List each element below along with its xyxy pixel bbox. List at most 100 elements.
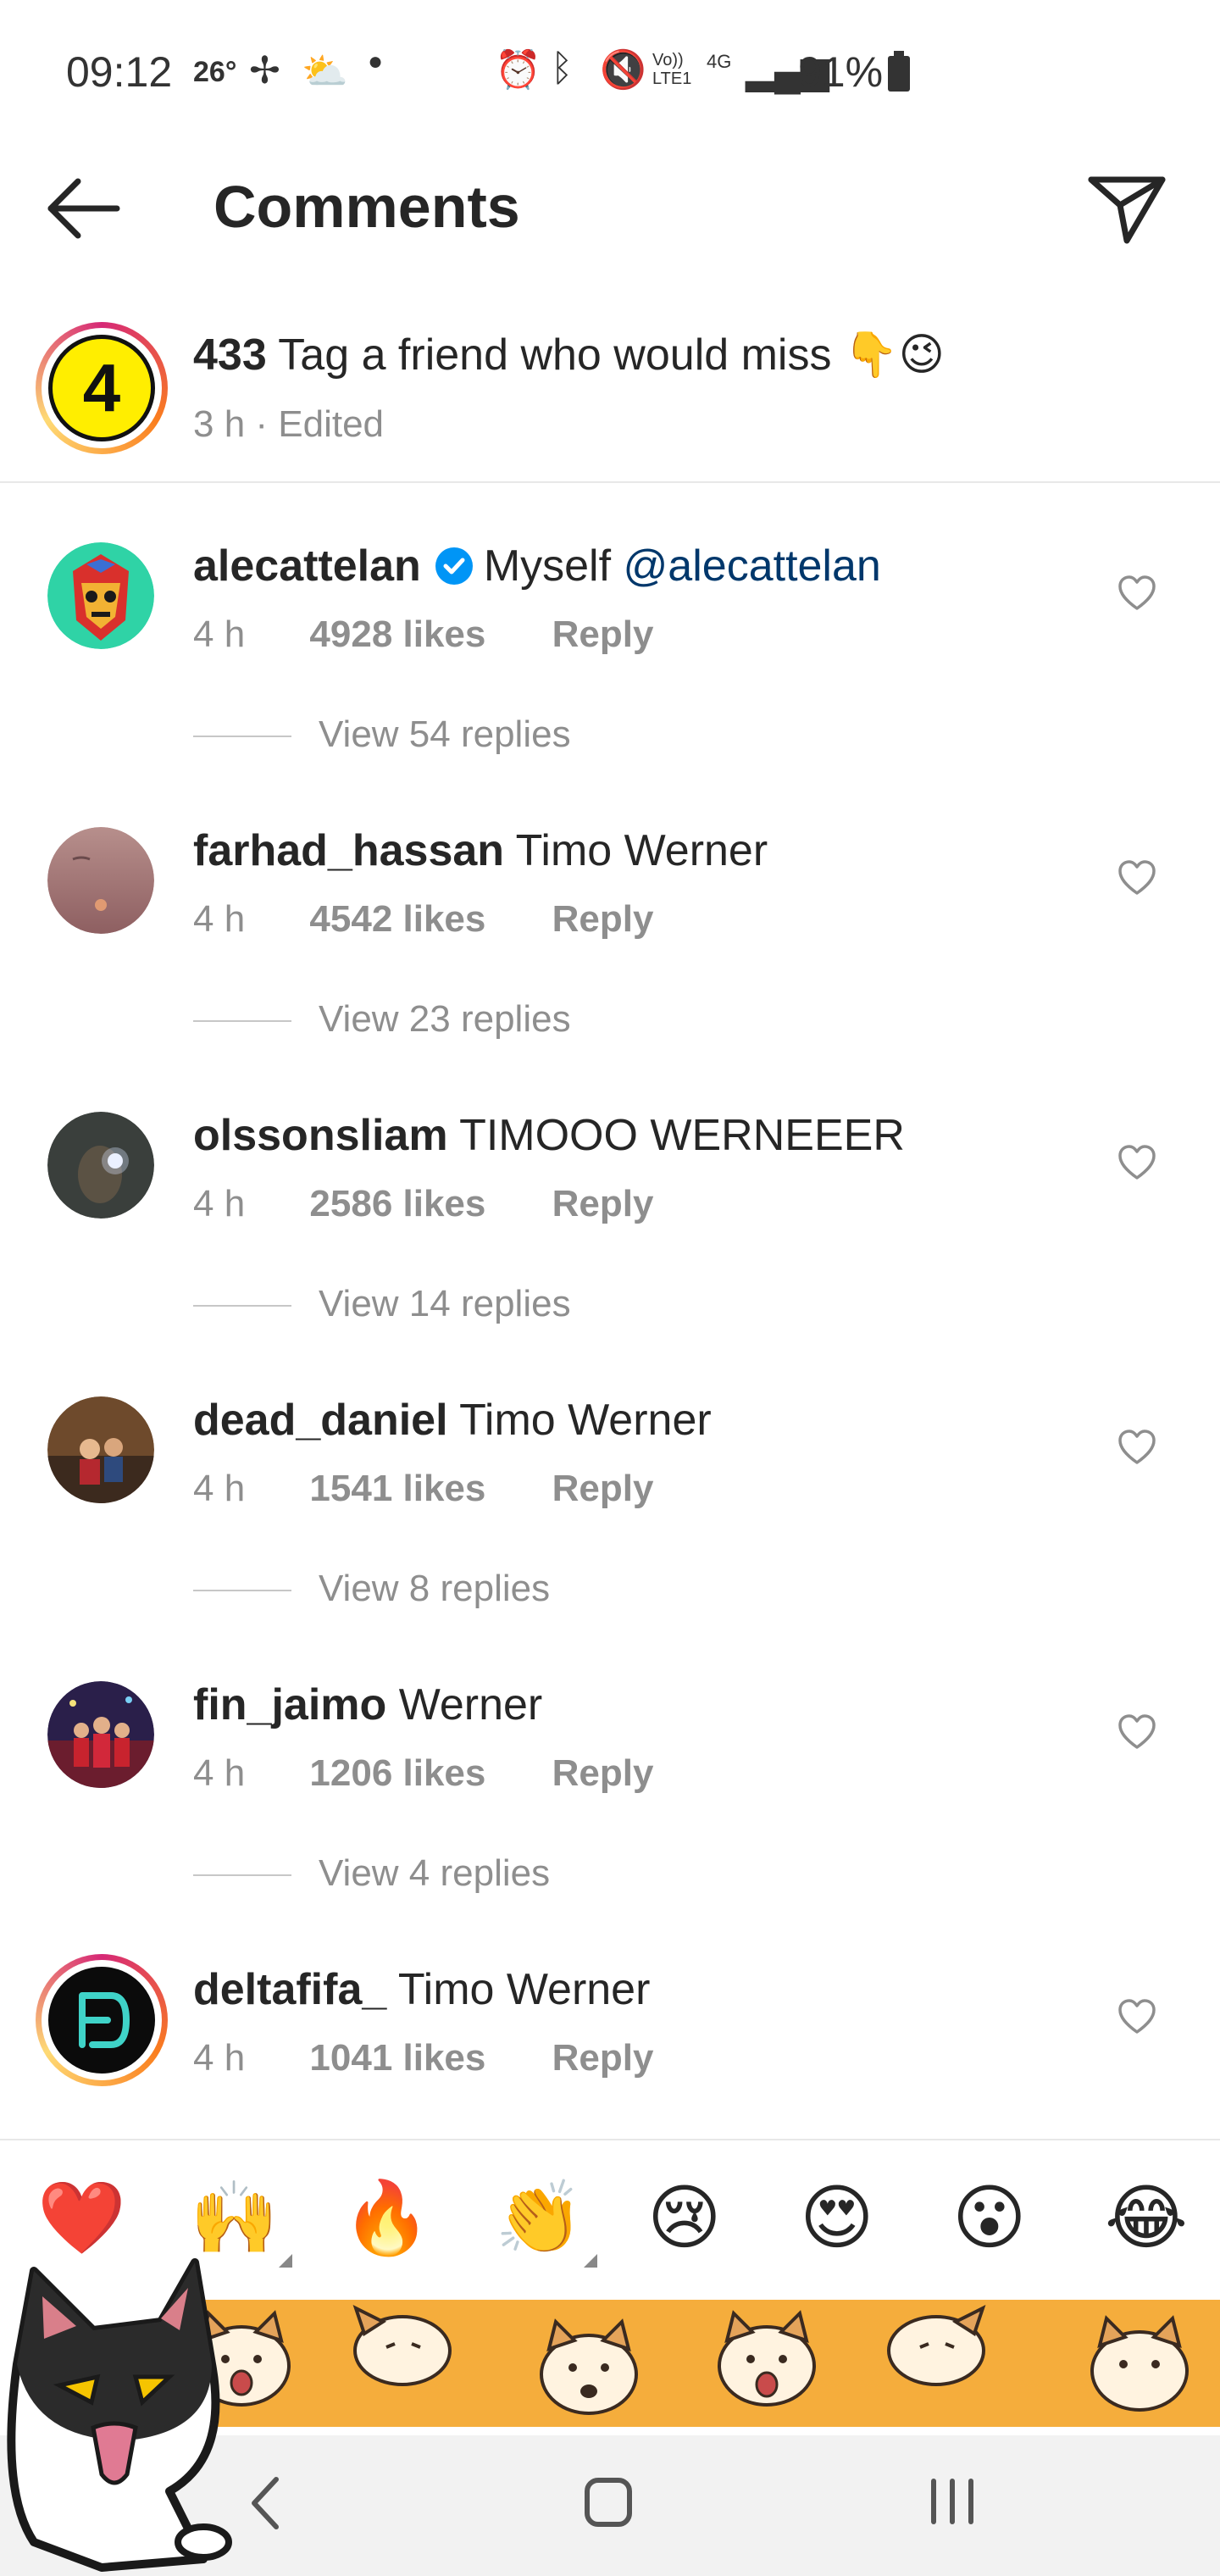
emoji-crying[interactable]: 😢	[647, 2179, 722, 2256]
comment-item: fin_jaimo Werner 4 h 1206 likes Reply Vi…	[0, 1644, 1220, 1929]
avatar[interactable]	[47, 1681, 154, 1788]
status-time: 09:12	[66, 48, 173, 96]
replies-divider	[193, 1020, 291, 1023]
avatar[interactable]: 4	[36, 322, 168, 454]
caption-text: 433 Tag a friend who would miss 👇😉	[193, 329, 945, 380]
reply-button[interactable]: Reply	[552, 898, 654, 940]
reply-button[interactable]: Reply	[552, 613, 654, 655]
heart-icon	[1118, 1430, 1156, 1464]
status-temperature: 26°	[193, 56, 237, 88]
comment-body: Timo Werner	[515, 826, 768, 875]
reply-button[interactable]: Reply	[552, 1183, 654, 1224]
comment-body: Timo Werner	[397, 1965, 651, 2014]
avatar[interactable]	[47, 1396, 154, 1503]
arrow-left-icon	[47, 178, 120, 239]
shiba-dog-icon	[1090, 2315, 1189, 2412]
comment-username[interactable]: deltafifa_	[193, 1965, 386, 2014]
comment-item: farhad_hassan Timo Werner 4 h 4542 likes…	[0, 790, 1220, 1074]
shiba-dog-icon	[352, 2305, 452, 2386]
like-button[interactable]	[1117, 1429, 1157, 1466]
comment-text: olssonsliam TIMOOO WERNEEER	[193, 1110, 905, 1161]
comment-meta: 4 h 2586 likes Reply	[193, 1183, 653, 1225]
caption-username[interactable]: 433	[193, 330, 267, 380]
comment-meta: 4 h 4542 likes Reply	[193, 898, 653, 941]
comment-username[interactable]: dead_daniel	[193, 1396, 448, 1445]
comment-body: Myself	[483, 541, 612, 591]
post-caption: 4 433 Tag a friend who would miss 👇😉 3 h…	[0, 322, 1220, 483]
comment-meta: 4 h 4928 likes Reply	[193, 613, 653, 656]
reply-button[interactable]: Reply	[552, 2037, 654, 2079]
caption-body: Tag a friend who would miss 👇😉	[278, 330, 945, 380]
emoji-surprised[interactable]: 😮	[952, 2179, 1027, 2256]
header: Comments	[0, 144, 1220, 271]
like-button[interactable]	[1117, 575, 1157, 612]
page-title: Comments	[214, 174, 520, 240]
comment-time: 4 h	[193, 898, 246, 940]
reply-button[interactable]: Reply	[552, 1752, 654, 1794]
banner-strip	[161, 2300, 1220, 2427]
comment-likes[interactable]: 2586 likes	[309, 1183, 485, 1224]
emoji-clap[interactable]: 👏	[495, 2179, 597, 2268]
emoji-laughing[interactable]: 😂	[1105, 2179, 1188, 2256]
comment-item: olssonsliam TIMOOO WERNEEER 4 h 2586 lik…	[0, 1074, 1220, 1359]
comment-item: dead_daniel Timo Werner 4 h 1541 likes R…	[0, 1359, 1220, 1644]
comment-username[interactable]: fin_jaimo	[193, 1680, 386, 1729]
shiba-dog-icon	[540, 2318, 638, 2415]
verified-badge-icon	[435, 547, 473, 585]
emoji-heart-eyes[interactable]: 😍	[800, 2179, 874, 2256]
fan-icon: ✢	[249, 50, 280, 92]
emoji-fire[interactable]: 🔥	[342, 2179, 431, 2256]
view-replies-button[interactable]: View 4 replies	[193, 1852, 550, 1895]
comment-text: dead_daniel Timo Werner	[193, 1395, 712, 1446]
comment-text: farhad_hassan Timo Werner	[193, 825, 768, 876]
heart-icon	[1118, 860, 1156, 895]
view-replies-button[interactable]: View 8 replies	[193, 1568, 550, 1610]
shiba-dog-icon	[718, 2310, 816, 2407]
comment-username[interactable]: alecattelan	[193, 541, 421, 591]
status-bar: 09:12 26° ✢ ⛅ ● ⏰ ᛒ 🔇 Vo)) LTE1 4G ▂▄▆ 9…	[0, 0, 1220, 144]
view-replies-label: View 4 replies	[319, 1852, 551, 1894]
caption-meta: 3 h · Edited	[193, 403, 385, 445]
heart-icon	[1118, 1999, 1156, 2034]
comment-likes[interactable]: 1206 likes	[309, 1752, 485, 1794]
comment-body: Werner	[398, 1680, 543, 1729]
avatar[interactable]	[36, 1954, 168, 2086]
comment-username[interactable]: farhad_hassan	[193, 826, 504, 875]
network-type-icon: 4G	[707, 51, 732, 72]
view-replies-button[interactable]: View 54 replies	[193, 713, 571, 756]
shiba-dog-icon	[887, 2305, 986, 2386]
comment-likes[interactable]: 4928 likes	[309, 613, 485, 655]
share-button[interactable]	[1084, 169, 1169, 246]
like-button[interactable]	[1117, 1713, 1157, 1751]
replies-divider	[193, 736, 291, 738]
reply-button[interactable]: Reply	[552, 1468, 654, 1509]
like-button[interactable]	[1117, 1998, 1157, 2035]
view-replies-button[interactable]: View 14 replies	[193, 1283, 571, 1325]
account-logo: 4	[48, 335, 155, 441]
comment-likes[interactable]: 1541 likes	[309, 1468, 485, 1509]
replies-divider	[193, 1305, 291, 1307]
nav-home-button[interactable]	[585, 2478, 632, 2527]
comment-likes[interactable]: 4542 likes	[309, 898, 485, 940]
like-button[interactable]	[1117, 859, 1157, 897]
nav-recents-button[interactable]	[927, 2476, 978, 2527]
avatar[interactable]	[47, 1112, 154, 1219]
replies-divider	[193, 1590, 291, 1592]
battery-icon	[888, 51, 910, 92]
comment-text: fin_jaimo Werner	[193, 1679, 542, 1730]
comment-mention[interactable]: @alecattelan	[624, 541, 881, 591]
comment-item: deltafifa_ Timo Werner 4 h 1041 likes Re…	[0, 1929, 1220, 2139]
comment-username[interactable]: olssonsliam	[193, 1111, 448, 1160]
avatar[interactable]	[47, 827, 154, 934]
bluetooth-icon: ᛒ	[551, 47, 574, 89]
replies-divider	[193, 1874, 291, 1877]
avatar[interactable]	[47, 542, 154, 649]
heart-icon	[1118, 1714, 1156, 1749]
comment-text: deltafifa_ Timo Werner	[193, 1964, 650, 2015]
paper-plane-icon	[1088, 176, 1166, 244]
view-replies-button[interactable]: View 23 replies	[193, 998, 571, 1041]
comment-likes[interactable]: 1041 likes	[309, 2037, 485, 2079]
comment-time: 4 h	[193, 1183, 246, 1224]
back-button[interactable]	[42, 175, 127, 242]
like-button[interactable]	[1117, 1144, 1157, 1181]
